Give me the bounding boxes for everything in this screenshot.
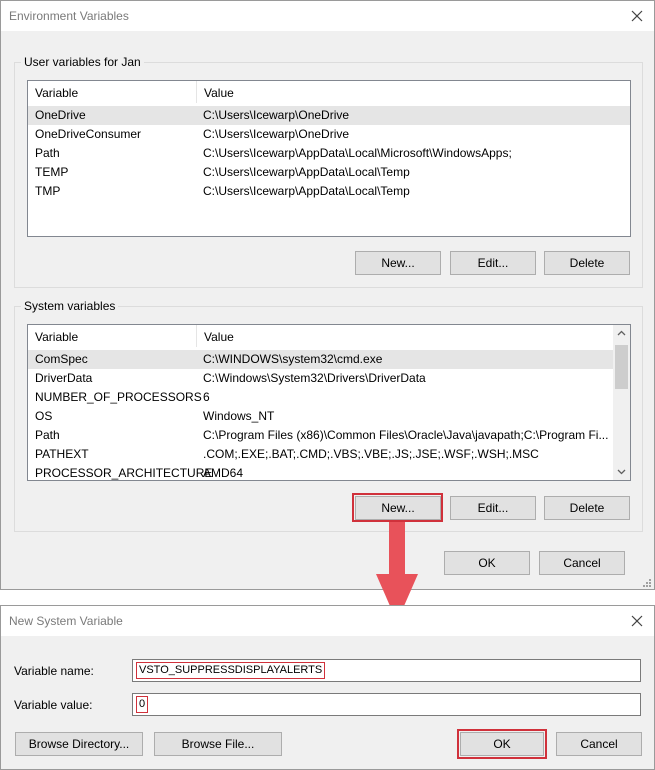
table-row[interactable]: ComSpec C:\WINDOWS\system32\cmd.exe	[28, 350, 613, 369]
system-variables-list[interactable]: Variable Value ComSpec C:\WINDOWS\system…	[27, 324, 631, 481]
scrollbar-thumb[interactable]	[615, 345, 628, 389]
table-row[interactable]: Path C:\Program Files (x86)\Common Files…	[28, 426, 613, 445]
scroll-up-icon[interactable]	[613, 325, 630, 342]
system-new-highlight	[352, 493, 443, 522]
new-system-variable-window: New System Variable Variable name: VSTO_…	[0, 605, 655, 770]
vertical-scrollbar[interactable]	[613, 325, 630, 480]
table-row[interactable]: TEMP C:\Users\Icewarp\AppData\Local\Temp	[28, 163, 630, 182]
close-icon[interactable]	[626, 5, 648, 27]
variable-name-value: VSTO_SUPPRESSDISPLAYALERTS	[136, 662, 326, 679]
ok-button[interactable]: OK	[444, 551, 530, 575]
resize-grip-icon[interactable]	[642, 577, 652, 587]
cancel-button[interactable]: Cancel	[556, 732, 642, 756]
title-bar: Environment Variables	[1, 1, 654, 31]
title-bar: New System Variable	[1, 606, 654, 636]
column-header-variable[interactable]: Variable	[28, 81, 197, 103]
cancel-button[interactable]: Cancel	[539, 551, 625, 575]
list-header: Variable Value	[28, 81, 630, 103]
user-edit-button[interactable]: Edit...	[450, 251, 536, 275]
browse-directory-button[interactable]: Browse Directory...	[15, 732, 143, 756]
table-row[interactable]: TMP C:\Users\Icewarp\AppData\Local\Temp	[28, 182, 630, 201]
user-variables-list[interactable]: Variable Value OneDrive C:\Users\Icewarp…	[27, 80, 631, 237]
table-row[interactable]: OS Windows_NT	[28, 407, 613, 426]
system-edit-button[interactable]: Edit...	[450, 496, 536, 520]
table-row[interactable]: NUMBER_OF_PROCESSORS 6	[28, 388, 613, 407]
close-icon[interactable]	[626, 610, 648, 632]
table-row[interactable]: OneDrive C:\Users\Icewarp\OneDrive	[28, 106, 630, 125]
variable-name-input[interactable]: VSTO_SUPPRESSDISPLAYALERTS	[132, 659, 641, 682]
variable-value-input[interactable]: 0	[132, 693, 641, 716]
table-row[interactable]: Path C:\Users\Icewarp\AppData\Local\Micr…	[28, 144, 630, 163]
column-header-value[interactable]: Value	[198, 325, 234, 344]
table-row[interactable]: PATHEXT .COM;.EXE;.BAT;.CMD;.VBS;.VBE;.J…	[28, 445, 613, 464]
system-delete-button[interactable]: Delete	[544, 496, 630, 520]
user-delete-button[interactable]: Delete	[544, 251, 630, 275]
variable-value-value: 0	[136, 696, 149, 713]
variable-value-label: Variable value:	[14, 698, 93, 712]
user-new-button[interactable]: New...	[355, 251, 441, 275]
column-header-variable[interactable]: Variable	[28, 325, 197, 347]
scroll-down-icon[interactable]	[613, 463, 630, 480]
user-variables-label: User variables for Jan	[21, 55, 144, 69]
window-title: Environment Variables	[9, 9, 129, 23]
ok-highlight	[457, 729, 547, 759]
table-row[interactable]: DriverData C:\Windows\System32\Drivers\D…	[28, 369, 613, 388]
browse-file-button[interactable]: Browse File...	[154, 732, 282, 756]
window-title: New System Variable	[9, 614, 123, 628]
column-header-value[interactable]: Value	[198, 81, 234, 100]
variable-name-label: Variable name:	[14, 664, 94, 678]
list-header: Variable Value	[28, 325, 613, 347]
table-row[interactable]: OneDriveConsumer C:\Users\Icewarp\OneDri…	[28, 125, 630, 144]
system-variables-label: System variables	[21, 299, 119, 313]
environment-variables-window: Environment Variables User variables for…	[0, 0, 655, 590]
table-row[interactable]: PROCESSOR_ARCHITECTURE AMD64	[28, 464, 613, 480]
